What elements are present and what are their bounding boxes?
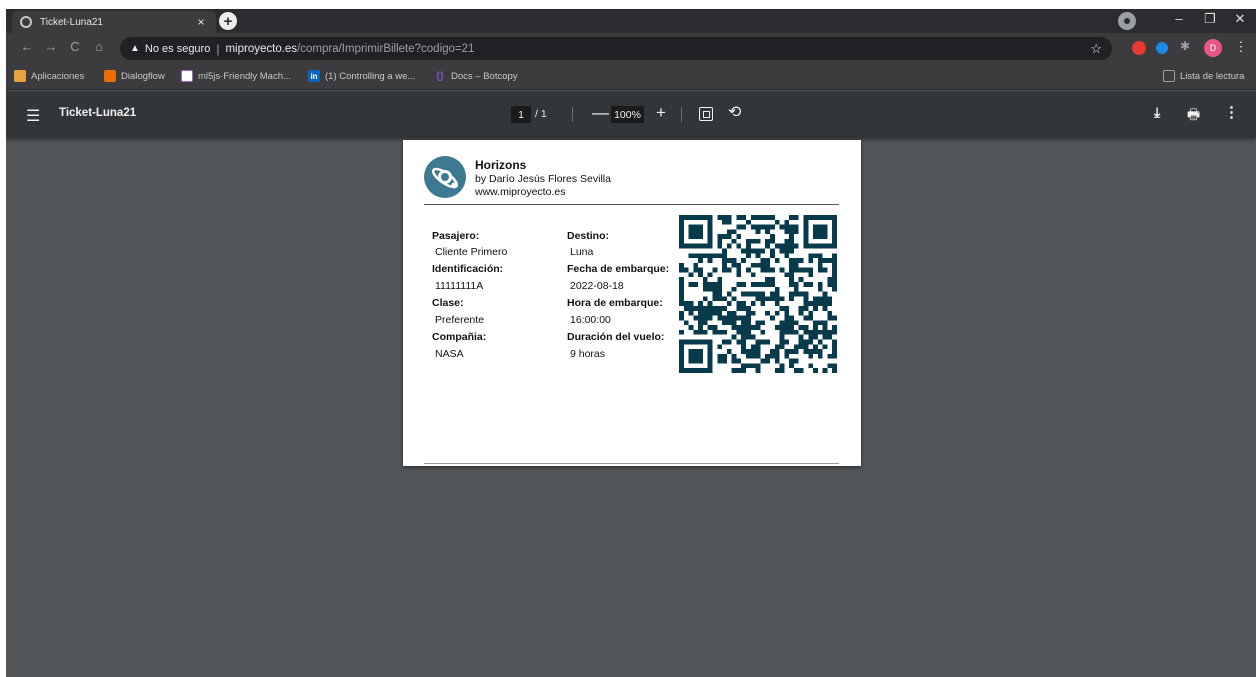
class-label: Clase: <box>432 297 464 309</box>
page-total: / 1 <box>535 108 547 120</box>
horizons-logo-icon <box>424 156 466 198</box>
address-bar[interactable]: ▲ No es seguro | miproyecto.es /compra/I… <box>120 37 1112 60</box>
profile-icon[interactable] <box>1118 12 1136 30</box>
toolbar-divider <box>572 107 573 122</box>
pdf-toolbar: ☰ Ticket-Luna21 1 / 1 — 100% + ⟲ ⤓ 🖶 ⋮ <box>6 91 1256 138</box>
ticket-page: Horizons by Darío Jesús Flores Sevilla w… <box>403 140 861 466</box>
puzzle-extensions-icon[interactable]: ✱ <box>1180 39 1194 53</box>
bookmark-label: ml5js·Friendly Mach... <box>198 70 291 82</box>
boarding-date-value: 2022-08-18 <box>570 280 624 292</box>
url-separator: | <box>216 41 220 56</box>
boarding-time-label: Hora de embarque: <box>567 297 663 309</box>
extension-icon[interactable] <box>1156 42 1168 54</box>
adblock-extension-icon[interactable] <box>1132 41 1146 55</box>
security-label[interactable]: No es seguro <box>145 43 210 55</box>
profile-avatar[interactable]: D <box>1204 39 1222 57</box>
zoom-out-button[interactable]: — <box>592 103 609 123</box>
forward-button[interactable]: → <box>42 39 60 54</box>
bookmark-star-icon[interactable]: ☆ <box>1090 41 1102 57</box>
reload-button[interactable]: C <box>66 39 84 54</box>
footer-divider <box>424 463 839 464</box>
url-host: miproyecto.es <box>225 42 298 55</box>
flight-duration-label: Duración del vuelo: <box>567 331 665 343</box>
tab-title: Ticket-Luna21 <box>40 16 103 28</box>
header-divider <box>424 204 839 205</box>
reading-list-icon <box>1163 70 1175 82</box>
more-options-icon[interactable]: ⋮ <box>1224 103 1239 121</box>
rotate-icon[interactable]: ⟲ <box>728 102 741 122</box>
bookmark-apps[interactable]: Aplicaciones <box>14 70 84 82</box>
bookmark-label: Aplicaciones <box>31 70 85 82</box>
qr-code <box>679 215 837 373</box>
company-label: Compañia: <box>432 331 487 343</box>
download-icon[interactable]: ⤓ <box>1154 104 1160 121</box>
ml5js-icon <box>181 70 193 82</box>
page-number-input[interactable]: 1 <box>511 106 531 123</box>
tab-ticket[interactable]: Ticket-Luna21 × <box>12 11 216 33</box>
close-window-button[interactable]: ✕ <box>1226 11 1254 27</box>
boarding-time-value: 16:00:00 <box>570 314 611 326</box>
bookmark-linkedin[interactable]: in (1) Controlling a we... <box>308 70 415 82</box>
bookmark-botcopy[interactable]: {} Docs – Botcopy <box>434 70 518 82</box>
apps-grid-icon <box>14 70 26 82</box>
warning-icon[interactable]: ▲ <box>130 43 140 54</box>
document-title: Ticket-Luna21 <box>59 107 137 119</box>
class-value: Preferente <box>435 314 485 326</box>
bookmark-label: Docs – Botcopy <box>451 70 518 82</box>
docs-icon: {} <box>436 70 444 82</box>
passenger-value: Cliente Primero <box>435 246 508 258</box>
identification-label: Identificación: <box>432 263 504 275</box>
toolbar-divider <box>681 107 682 122</box>
restore-button[interactable]: ❐ <box>1196 11 1224 27</box>
browser-menu-icon[interactable]: ⋮ <box>1232 39 1250 55</box>
menu-icon[interactable]: ☰ <box>26 106 40 126</box>
bookmarks-bar: Aplicaciones Dialogflow ml5js·Friendly M… <box>6 64 1256 90</box>
flight-duration-value: 9 horas <box>570 348 606 360</box>
minimize-button[interactable]: – <box>1165 11 1193 26</box>
zoom-in-button[interactable]: + <box>656 103 666 123</box>
fit-page-icon[interactable] <box>699 107 713 121</box>
boarding-date-label: Fecha de embarque: <box>567 263 670 275</box>
destination-label: Destino: <box>567 230 609 242</box>
brand-byline: by Darío Jesús Flores Sevilla <box>475 173 611 185</box>
back-button[interactable]: ← <box>18 39 36 54</box>
company-value: NASA <box>435 348 464 360</box>
brand-name: Horizons <box>475 158 527 172</box>
linkedin-icon: in <box>308 70 320 82</box>
globe-icon <box>20 16 32 28</box>
dialogflow-icon <box>104 70 116 82</box>
bookmark-dialogflow[interactable]: Dialogflow <box>104 70 165 82</box>
brand-website: www.miproyecto.es <box>475 186 566 198</box>
identification-value: 11111111A <box>435 280 484 292</box>
browser-window: Ticket-Luna21 × + – ❐ ✕ ← → C ⌂ ▲ No es … <box>6 9 1256 677</box>
tab-strip: Ticket-Luna21 × + – ❐ ✕ <box>6 9 1256 33</box>
new-tab-button[interactable]: + <box>219 12 237 30</box>
home-button[interactable]: ⌂ <box>90 39 108 54</box>
passenger-label: Pasajero: <box>432 230 480 242</box>
reading-list[interactable]: Lista de lectura <box>1163 70 1244 82</box>
browser-toolbar: ← → C ⌂ ▲ No es seguro | miproyecto.es /… <box>6 33 1256 64</box>
url-path: /compra/ImprimirBillete?codigo=21 <box>297 42 475 55</box>
tab-close-icon[interactable]: × <box>194 15 208 29</box>
bookmark-label: (1) Controlling a we... <box>325 70 416 82</box>
zoom-input[interactable]: 100% <box>611 106 644 123</box>
destination-value: Luna <box>570 246 594 258</box>
print-icon[interactable]: 🖶 <box>1187 104 1200 128</box>
reading-list-label: Lista de lectura <box>1180 70 1245 82</box>
bookmark-label: Dialogflow <box>121 70 165 82</box>
bookmark-ml5js[interactable]: ml5js·Friendly Mach... <box>181 70 291 82</box>
